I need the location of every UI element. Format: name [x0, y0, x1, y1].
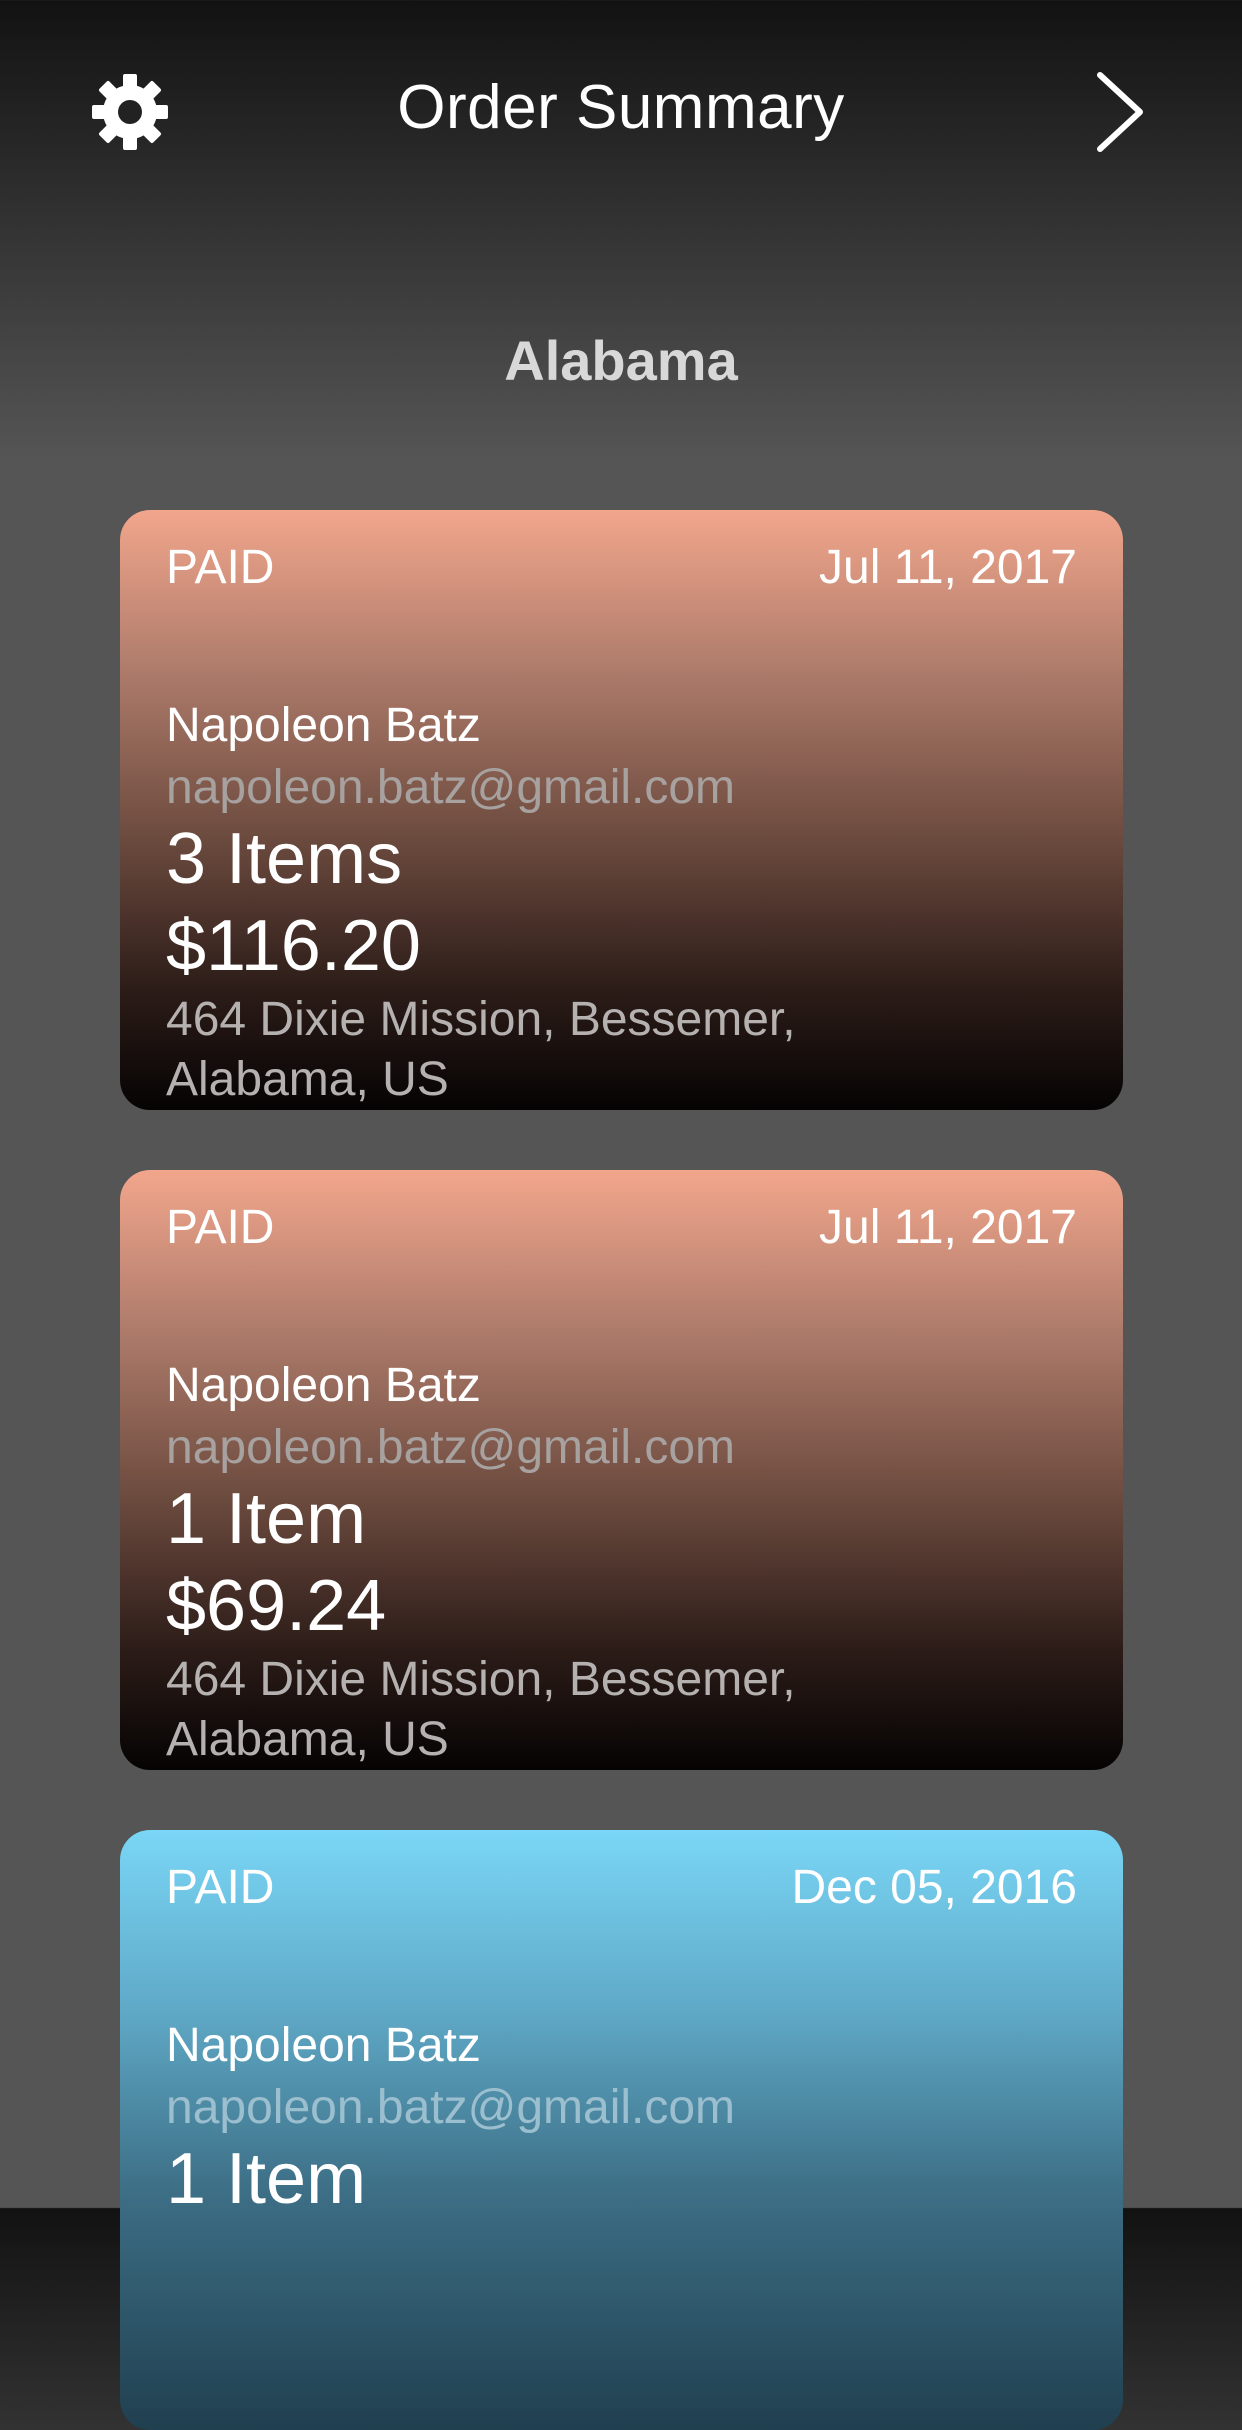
order-status-label: PAID	[166, 1861, 275, 1914]
customer-name: Napoleon Batz	[166, 699, 481, 752]
address-line-2: Alabama, US	[166, 1713, 449, 1766]
customer-email: napoleon.batz@gmail.com	[166, 2081, 736, 2134]
region-title: Alabama	[504, 329, 738, 392]
order-date: Dec 05, 2016	[791, 1861, 1077, 1914]
order-date: Jul 11, 2017	[819, 541, 1077, 594]
address-line-2: Alabama, US	[166, 1053, 449, 1106]
item-count: 1 Item	[166, 1479, 367, 1559]
navigation-bar: Order Summary	[0, 0, 1242, 230]
address-line-1: 464 Dixie Mission, Bessemer,	[166, 993, 796, 1046]
page-title: Order Summary	[397, 73, 845, 142]
item-count: 3 Items	[166, 819, 403, 899]
order-date: Jul 11, 2017	[819, 1201, 1077, 1254]
order-card[interactable]: PAID Jul 11, 2017 Napoleon Batz napoleon…	[120, 510, 1123, 1110]
customer-email: napoleon.batz@gmail.com	[166, 1421, 736, 1474]
order-status-label: PAID	[166, 541, 275, 594]
shipping-address: 464 Dixie Mission, Bessemer, Alabama, US	[166, 1650, 986, 1770]
next-button[interactable]	[1060, 52, 1180, 172]
order-status-label: PAID	[166, 1201, 275, 1254]
order-card[interactable]: PAID Jul 11, 2017 Napoleon Batz napoleon…	[120, 1170, 1123, 1770]
order-card[interactable]: PAID Dec 05, 2016 Napoleon Batz napoleon…	[120, 1830, 1123, 2430]
shipping-address: 464 Dixie Mission, Bessemer, Alabama, US	[166, 990, 986, 1110]
order-total: $116.20	[166, 906, 421, 986]
chevron-right-icon	[1097, 72, 1143, 152]
order-total: $69.24	[166, 1566, 387, 1646]
customer-name: Napoleon Batz	[166, 1359, 481, 1412]
customer-email: napoleon.batz@gmail.com	[166, 761, 736, 814]
address-line-1: 464 Dixie Mission, Bessemer,	[166, 1653, 796, 1706]
customer-name: Napoleon Batz	[166, 2019, 481, 2072]
